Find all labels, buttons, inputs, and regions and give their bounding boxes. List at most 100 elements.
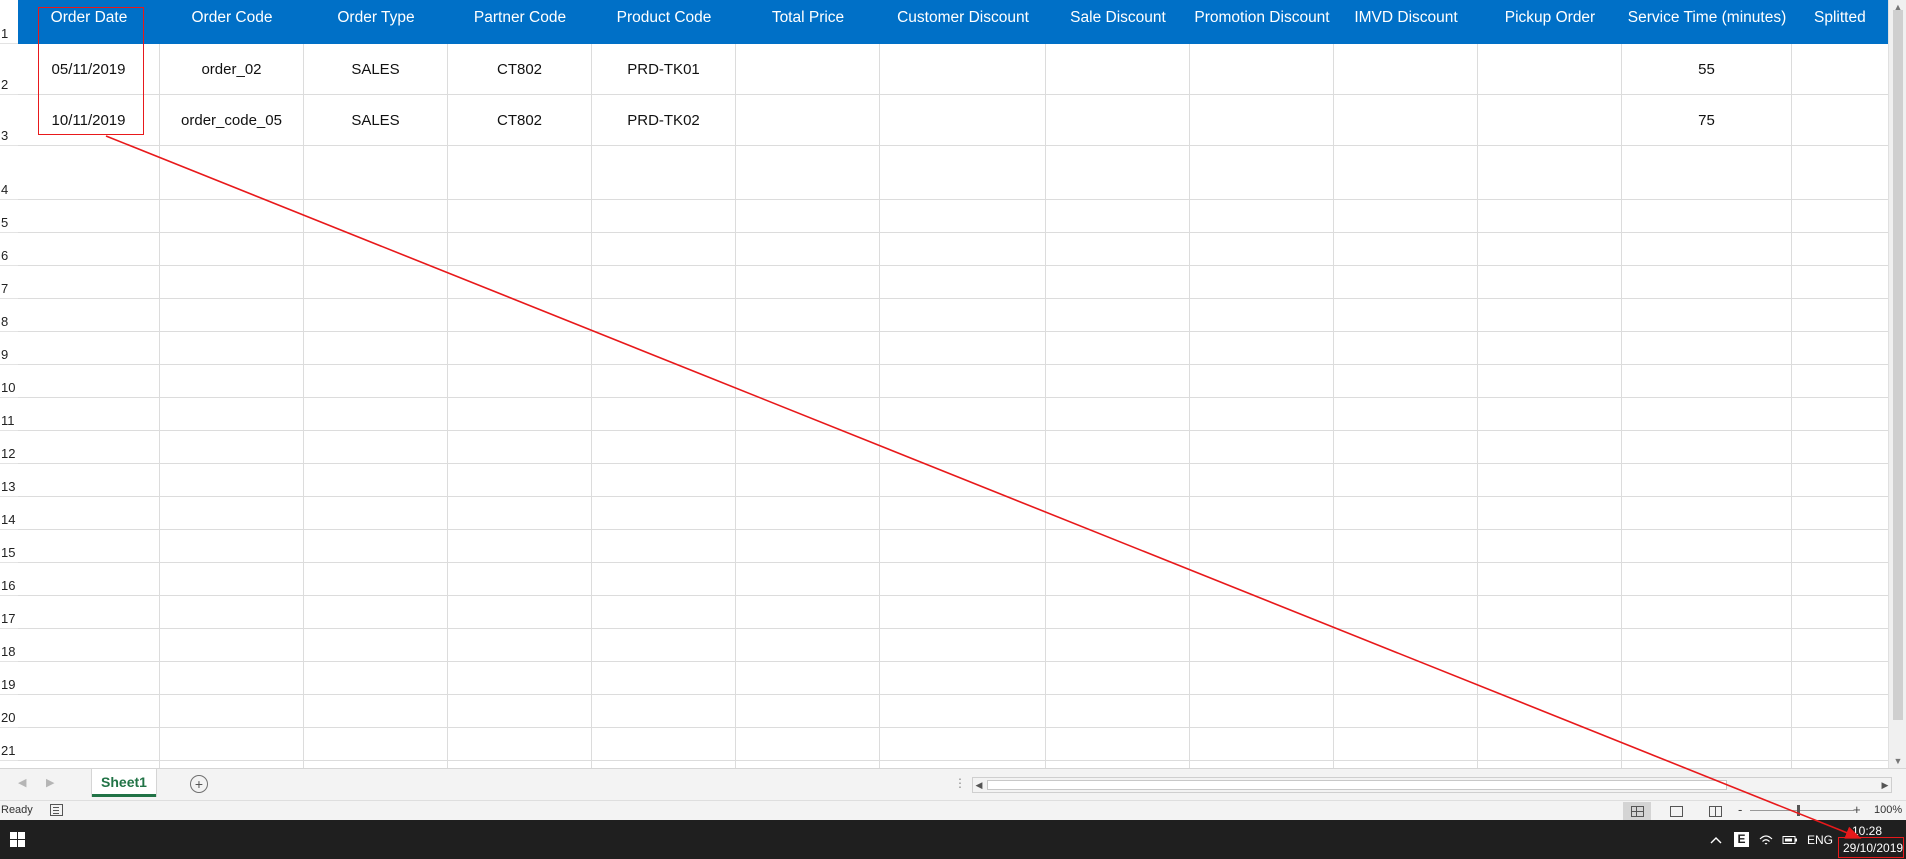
row-header[interactable]: 13	[0, 464, 18, 497]
row-header[interactable]: 14	[0, 497, 18, 530]
table-cell[interactable]	[160, 563, 304, 595]
row-header[interactable]: 21	[0, 728, 18, 761]
scroll-left-icon[interactable]: ◀	[973, 778, 985, 792]
row-header[interactable]: 4	[0, 146, 18, 200]
row-header[interactable]: 2	[0, 44, 18, 95]
table-cell[interactable]	[880, 332, 1046, 364]
table-cell[interactable]	[448, 332, 592, 364]
table-cell[interactable]	[736, 365, 880, 397]
table-cell[interactable]: 10/11/2019	[18, 95, 160, 145]
table-cell[interactable]	[160, 233, 304, 265]
table-cell[interactable]	[1190, 233, 1334, 265]
table-cell[interactable]	[880, 497, 1046, 529]
table-cell[interactable]	[736, 398, 880, 430]
column-header[interactable]: Order Type	[304, 0, 448, 44]
table-cell[interactable]: CT802	[448, 44, 592, 94]
table-cell[interactable]	[18, 431, 160, 463]
table-cell[interactable]	[448, 728, 592, 760]
table-cell[interactable]	[1334, 464, 1478, 496]
table-cell[interactable]	[880, 365, 1046, 397]
table-cell[interactable]	[1334, 728, 1478, 760]
table-cell[interactable]	[1792, 662, 1888, 694]
table-cell[interactable]	[18, 530, 160, 562]
table-cell[interactable]	[880, 662, 1046, 694]
table-cell[interactable]	[448, 299, 592, 331]
table-cell[interactable]	[1334, 629, 1478, 661]
table-cell[interactable]	[1478, 200, 1622, 232]
row-header[interactable]: 5	[0, 200, 18, 233]
table-cell[interactable]	[18, 266, 160, 298]
table-cell[interactable]	[1190, 332, 1334, 364]
chevron-up-icon[interactable]	[1708, 820, 1724, 859]
table-cell[interactable]	[18, 563, 160, 595]
table-cell[interactable]	[448, 464, 592, 496]
table-cell[interactable]	[160, 596, 304, 628]
table-cell[interactable]	[304, 629, 448, 661]
page-break-view-button[interactable]	[1701, 802, 1729, 820]
table-cell[interactable]	[18, 398, 160, 430]
table-cell[interactable]	[1478, 695, 1622, 727]
table-cell[interactable]	[1334, 332, 1478, 364]
table-cell[interactable]	[880, 398, 1046, 430]
table-cell[interactable]	[736, 563, 880, 595]
scroll-right-icon[interactable]: ▶	[1879, 778, 1891, 792]
table-cell[interactable]	[1190, 596, 1334, 628]
table-cell[interactable]	[160, 266, 304, 298]
column-header[interactable]: Total Price	[736, 0, 880, 44]
table-cell[interactable]	[1334, 365, 1478, 397]
table-cell[interactable]	[18, 146, 160, 199]
column-header[interactable]: Pickup Order	[1478, 0, 1622, 44]
table-cell[interactable]	[18, 695, 160, 727]
sheet-tab-sheet1[interactable]: Sheet1	[92, 769, 156, 797]
column-header[interactable]: Order Code	[160, 0, 304, 44]
column-header[interactable]: Product Code	[592, 0, 736, 44]
table-cell[interactable]	[1622, 398, 1792, 430]
table-cell[interactable]	[1792, 464, 1888, 496]
table-cell[interactable]	[1190, 431, 1334, 463]
table-cell[interactable]	[592, 530, 736, 562]
table-cell[interactable]	[1622, 365, 1792, 397]
table-cell[interactable]	[1334, 497, 1478, 529]
table-cell[interactable]	[160, 146, 304, 199]
table-cell[interactable]	[1190, 365, 1334, 397]
table-cell[interactable]	[880, 563, 1046, 595]
table-cell[interactable]	[160, 200, 304, 232]
column-header[interactable]: Partner Code	[448, 0, 592, 44]
table-cell[interactable]	[592, 299, 736, 331]
table-cell[interactable]	[1792, 146, 1888, 199]
table-cell[interactable]	[1190, 695, 1334, 727]
column-header[interactable]: Customer Discount	[880, 0, 1046, 44]
table-cell[interactable]: order_code_05	[160, 95, 304, 145]
table-cell[interactable]	[1792, 398, 1888, 430]
table-cell[interactable]	[880, 146, 1046, 199]
table-cell[interactable]	[592, 695, 736, 727]
table-cell[interactable]	[18, 332, 160, 364]
table-cell[interactable]	[1046, 530, 1190, 562]
table-cell[interactable]	[1792, 44, 1888, 94]
table-cell[interactable]	[1046, 398, 1190, 430]
table-cell[interactable]	[1792, 299, 1888, 331]
table-cell[interactable]	[1046, 563, 1190, 595]
table-cell[interactable]	[1622, 266, 1792, 298]
table-cell[interactable]	[1478, 563, 1622, 595]
table-cell[interactable]	[1334, 299, 1478, 331]
table-cell[interactable]	[1478, 233, 1622, 265]
table-cell[interactable]	[592, 200, 736, 232]
table-cell[interactable]	[736, 530, 880, 562]
table-cell[interactable]	[880, 596, 1046, 628]
table-cell[interactable]	[448, 596, 592, 628]
table-cell[interactable]	[1334, 44, 1478, 94]
table-cell[interactable]	[1792, 629, 1888, 661]
table-cell[interactable]	[1190, 497, 1334, 529]
table-cell[interactable]: 05/11/2019	[18, 44, 160, 94]
row-header[interactable]: 16	[0, 563, 18, 596]
table-cell[interactable]	[1190, 299, 1334, 331]
table-cell[interactable]	[304, 200, 448, 232]
row-header[interactable]: 3	[0, 95, 18, 146]
table-cell[interactable]	[160, 332, 304, 364]
column-header[interactable]: Service Time (minutes)	[1622, 0, 1792, 44]
table-cell[interactable]	[1478, 44, 1622, 94]
column-header[interactable]: Splitted	[1792, 0, 1888, 44]
table-cell[interactable]	[736, 431, 880, 463]
table-cell[interactable]	[1190, 629, 1334, 661]
